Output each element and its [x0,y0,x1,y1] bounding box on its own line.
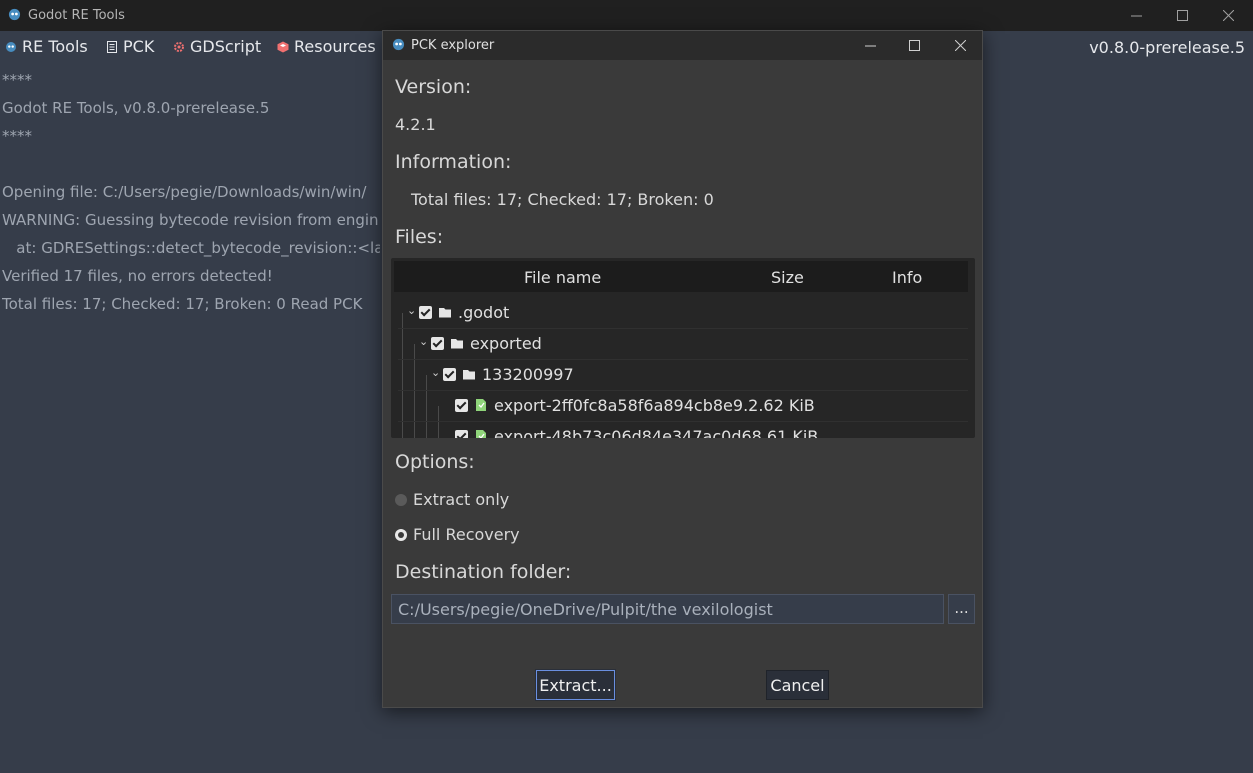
checkbox[interactable] [419,306,432,319]
information-heading: Information: [395,151,512,173]
dialog-maximize-button[interactable] [891,31,937,60]
column-size[interactable]: Size [771,268,804,287]
log-line: **** [2,71,32,89]
file-icon [476,399,486,411]
information-value: Total files: 17; Checked: 17; Broken: 0 [411,190,714,209]
option-full-recovery[interactable]: Full Recovery [395,525,520,544]
tree-row-label: exported [470,334,542,353]
tree-row[interactable]: ⌄ 133200997 [398,360,968,391]
chevron-down-icon[interactable]: ⌄ [419,336,429,347]
log-line: Opening file: C:/Users/pegie/Downloads/w… [2,183,367,201]
godot-app-icon [392,38,405,51]
destination-folder-input[interactable]: C:/Users/pegie/OneDrive/Pulpit/the vexil… [391,594,944,624]
menu-resources-label: Resources [294,37,376,56]
checkbox[interactable] [443,368,456,381]
folder-icon [439,308,451,318]
menu-pck-label: PCK [123,37,155,56]
folder-icon [463,370,475,380]
checkbox[interactable] [431,337,444,350]
dialog-minimize-button[interactable] [847,31,893,60]
extract-button[interactable]: Extract... [535,669,616,701]
checkbox[interactable] [455,399,468,412]
log-line: at: GDRESettings::detect_bytecode_revisi… [2,239,380,257]
tree-row[interactable]: export-48b73c06d84e347ac0d68.61 KiB [398,422,968,438]
close-button[interactable] [1205,0,1251,31]
tree-row[interactable]: ⌄ .godot [398,298,968,329]
version-value: 4.2.1 [395,115,436,134]
menu-re-tools[interactable]: RE Tools [5,37,88,56]
log-output: **** Godot RE Tools, v0.8.0-prerelease.5… [2,66,380,318]
dialog-close-button[interactable] [937,31,983,60]
main-window-title: Godot RE Tools [28,8,125,23]
log-line: **** [2,127,32,145]
menu-gdscript-label: GDScript [190,37,262,56]
log-line: WARNING: Guessing bytecode revision from… [2,211,379,229]
log-line: Total files: 17; Checked: 17; Broken: 0 … [2,295,363,313]
godot-app-icon [8,8,21,21]
option-label: Full Recovery [413,525,520,544]
destination-heading: Destination folder: [395,561,572,583]
maximize-icon [908,40,920,51]
minimize-button[interactable] [1113,0,1159,31]
pck-icon [107,40,117,53]
menu-gdscript[interactable]: GDScript [173,37,261,56]
pck-explorer-dialog: PCK explorer Version: 4.2.1 Information:… [382,30,983,708]
file-tree[interactable]: File name Size Info ⌄ .godot ⌄ exported … [391,258,975,438]
menu-re-tools-label: RE Tools [22,37,88,56]
version-heading: Version: [395,76,472,98]
log-line: Godot RE Tools, v0.8.0-prerelease.5 [2,99,270,117]
tree-row-label: .godot [458,303,510,322]
menu-pck[interactable]: PCK [106,37,154,56]
cancel-button[interactable]: Cancel [766,670,829,700]
log-line: Verified 17 files, no errors detected! [2,267,273,285]
files-heading: Files: [395,226,444,248]
dialog-title: PCK explorer [411,38,495,53]
main-titlebar: Godot RE Tools [0,0,1253,31]
folder-icon [451,339,463,349]
option-label: Extract only [413,490,510,509]
radio-button[interactable] [395,528,407,541]
minimize-icon [1130,15,1142,17]
maximize-icon [1176,10,1188,21]
column-info[interactable]: Info [892,268,922,287]
version-label: v0.8.0-prerelease.5 [1089,38,1245,57]
chevron-down-icon[interactable]: ⌄ [431,367,441,378]
tree-row-label: export-48b73c06d84e347ac0d68.61 KiB [494,427,819,438]
tree-row[interactable]: ⌄ exported [398,329,968,360]
radio-button[interactable] [395,493,407,506]
checkbox[interactable] [455,430,468,438]
tree-row-label: export-2ff0fc8a58f6a894cb8e9.2.62 KiB [494,396,815,415]
menu-resources[interactable]: Resources [277,37,376,56]
options-heading: Options: [395,451,475,473]
resource-icon [277,41,289,52]
chevron-down-icon[interactable]: ⌄ [407,305,417,316]
minimize-icon [864,45,876,47]
option-extract-only[interactable]: Extract only [395,490,509,509]
tree-row[interactable]: export-2ff0fc8a58f6a894cb8e9.2.62 KiB [398,391,968,422]
column-file-name[interactable]: File name [524,268,601,287]
close-icon [954,40,966,51]
dialog-titlebar: PCK explorer [383,31,982,60]
file-icon [476,430,486,438]
maximize-button[interactable] [1159,0,1205,31]
gear-icon [174,41,184,52]
tree-row-label: 133200997 [482,365,574,384]
close-icon [1222,10,1234,21]
godot-icon [6,41,16,52]
tree-header: File name Size Info [394,261,968,292]
browse-button[interactable]: ... [948,594,975,624]
